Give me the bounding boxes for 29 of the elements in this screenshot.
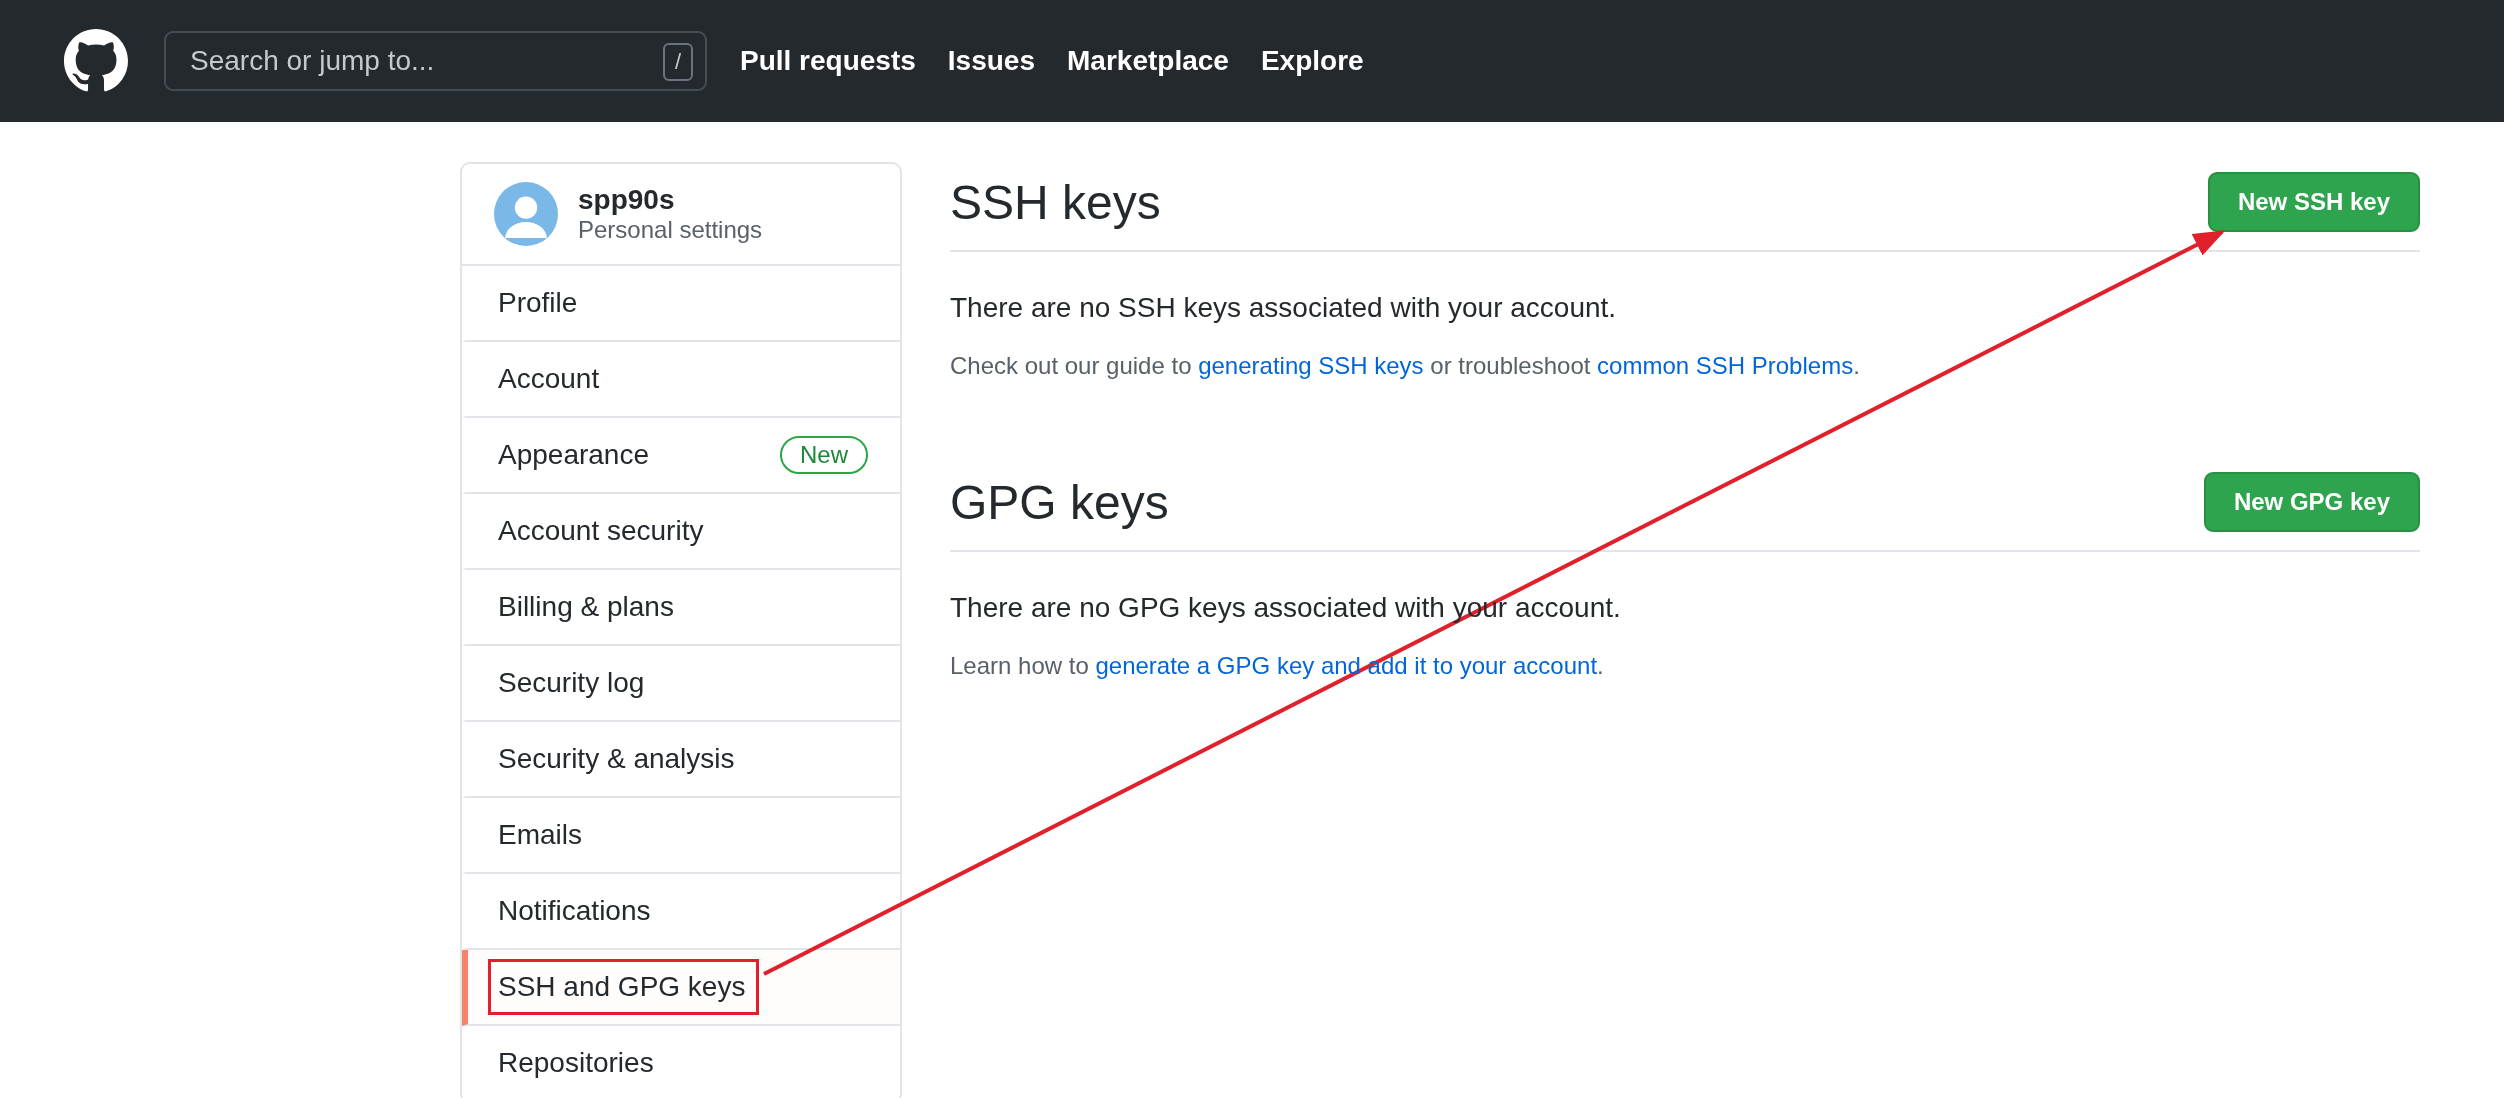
sidebar-item[interactable]: Account (462, 342, 900, 418)
nav-link[interactable]: Issues (947, 45, 1035, 77)
new-badge: New (780, 436, 868, 474)
help-link[interactable]: generate a GPG key and add it to your account (1095, 652, 1598, 679)
sidebar-item[interactable]: SSH and GPG keys (462, 950, 900, 1026)
personal-settings-label: Personal settings (578, 216, 763, 244)
nav-link[interactable]: Pull requests (740, 45, 916, 77)
help-text: Learn how to generate a GPG key and add it to your account. (950, 652, 1605, 680)
help-link[interactable]: common SSH Problems (1597, 352, 1854, 379)
help-link[interactable]: generating SSH keys (1198, 352, 1424, 379)
sidebar-item-label: Appearance (498, 439, 649, 471)
username: spp90s (578, 184, 676, 216)
cat-logo-icon[interactable] (64, 29, 128, 93)
sidebar-item[interactable]: Security & analysis (462, 722, 900, 798)
nav-link[interactable]: Marketplace (1067, 45, 1229, 77)
empty-state-text: There are no SSH keys associated with your account. (950, 292, 1618, 324)
sidebar-item[interactable]: Billing & plans (462, 570, 900, 646)
sidebar-item[interactable]: Account security (462, 494, 900, 570)
shortcut-key: / (662, 43, 693, 81)
section-heading: GPG keys (950, 474, 1169, 530)
sidebar-item[interactable]: Security log (462, 646, 900, 722)
avatar-icon (494, 182, 558, 246)
sidebar-item[interactable]: Appearance New (462, 418, 900, 494)
sidebar-item[interactable]: Repositories (462, 1026, 900, 1098)
help-text: Check out our guide to generating SSH keys or troubleshoot common SSH Problems. (950, 352, 1861, 380)
nav-link[interactable]: Explore (1260, 45, 1364, 77)
section-heading: SSH keys (950, 174, 1161, 230)
sidebar-item[interactable]: Profile (462, 266, 900, 342)
sidebar-item[interactable]: Emails (462, 798, 900, 874)
